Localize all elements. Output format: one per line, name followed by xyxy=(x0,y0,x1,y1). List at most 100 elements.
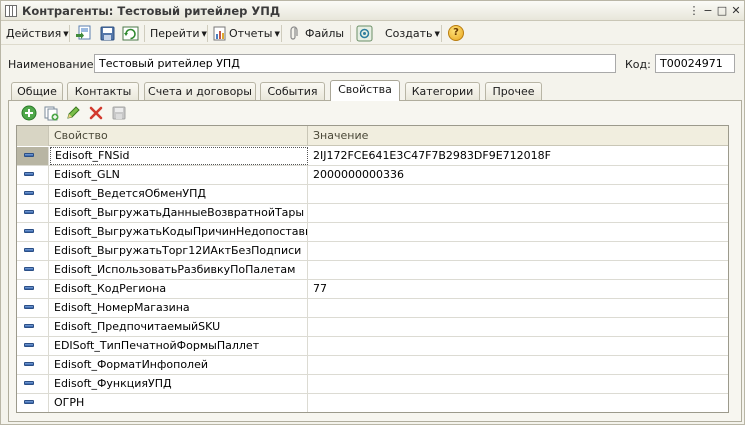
value-cell[interactable] xyxy=(309,204,728,222)
property-row-icon xyxy=(24,248,34,252)
table-row[interactable]: Edisoft_ВыгружатьДанныеВозвратнойТары xyxy=(17,204,728,223)
form-icon xyxy=(5,5,17,17)
property-cell[interactable]: Edisoft_ВыгружатьТорг12ИАктБезПодписи xyxy=(50,242,308,260)
structure-icon[interactable] xyxy=(356,25,373,42)
table-row[interactable]: Edisoft_ПредпочитаемыйSKU xyxy=(17,318,728,337)
row-marker xyxy=(17,318,49,336)
properties-table: Свойство Значение Edisoft_FNSid 2IJ172FC… xyxy=(16,125,729,413)
property-row-icon xyxy=(24,191,34,195)
tab-categories[interactable]: Категории xyxy=(405,82,480,100)
window-menu-icon[interactable]: ⋮ xyxy=(687,4,701,18)
value-cell[interactable] xyxy=(309,394,728,412)
goto-menu-button[interactable]: Перейти ▼ xyxy=(150,25,207,42)
create-label: Создать xyxy=(385,27,433,40)
main-toolbar: Действия ▼ Перейти ▼ Отчеты ▼ Файлы Созд… xyxy=(1,22,744,45)
value-cell[interactable] xyxy=(309,261,728,279)
property-cell[interactable]: Edisoft_ФорматИнфополей xyxy=(50,356,308,374)
property-cell[interactable]: Edisoft_ПредпочитаемыйSKU xyxy=(50,318,308,336)
value-cell[interactable] xyxy=(309,299,728,317)
column-header-value[interactable]: Значение xyxy=(309,126,728,146)
toolbar-separator xyxy=(281,25,282,42)
save-close-icon[interactable] xyxy=(75,25,92,42)
minimize-icon[interactable]: − xyxy=(701,4,715,18)
tab-general[interactable]: Общие xyxy=(11,82,63,100)
property-cell[interactable]: Edisoft_ВыгружатьДанныеВозвратнойТары xyxy=(50,204,308,222)
property-row-icon xyxy=(24,267,34,271)
table-row[interactable]: Edisoft_ВедетсяОбменУПД xyxy=(17,185,728,204)
table-row[interactable]: Edisoft_ФорматИнфополей xyxy=(17,356,728,375)
property-cell[interactable]: Edisoft_ИспользоватьРазбивкуПоПалетам xyxy=(50,261,308,279)
code-field[interactable]: Т00024971 xyxy=(655,54,735,73)
table-row[interactable]: Edisoft_ФункцияУПД xyxy=(17,375,728,394)
value-cell[interactable]: 2IJ172FCE641E3C47F7B2983DF9E712018F xyxy=(309,147,728,165)
add-icon[interactable] xyxy=(21,105,37,121)
table-row[interactable]: Edisoft_FNSid 2IJ172FCE641E3C47F7B2983DF… xyxy=(17,147,728,166)
name-field[interactable]: Тестовый ритейлер УПД xyxy=(94,54,616,73)
row-marker xyxy=(17,356,49,374)
property-row-icon xyxy=(24,305,34,309)
table-row[interactable]: Edisoft_GLN 2000000000336 xyxy=(17,166,728,185)
table-row[interactable]: ОГРН xyxy=(17,394,728,412)
property-row-icon xyxy=(24,362,34,366)
property-row-icon xyxy=(24,153,34,157)
edit-pencil-icon[interactable] xyxy=(65,105,81,121)
toolbar-separator xyxy=(144,25,145,42)
name-label: Наименование: xyxy=(8,58,98,71)
create-menu-button[interactable]: Создать ▼ xyxy=(385,25,440,42)
row-marker xyxy=(17,337,49,355)
reread-icon[interactable] xyxy=(122,25,139,42)
property-row-icon xyxy=(24,400,34,404)
property-cell[interactable]: EDISoft_ТипПечатнойФормыПаллет xyxy=(50,337,308,355)
row-marker xyxy=(17,166,49,184)
table-row[interactable]: Edisoft_ВыгружатьТорг12ИАктБезПодписи xyxy=(17,242,728,261)
tab-properties[interactable]: Свойства xyxy=(330,80,400,101)
property-cell[interactable]: ОГРН xyxy=(50,394,308,412)
value-cell[interactable]: 77 xyxy=(309,280,728,298)
value-cell[interactable] xyxy=(309,318,728,336)
property-cell[interactable]: Edisoft_ФункцияУПД xyxy=(50,375,308,393)
help-icon[interactable]: ? xyxy=(448,25,464,41)
property-cell[interactable]: Edisoft_GLN xyxy=(50,166,308,184)
maximize-icon[interactable]: □ xyxy=(715,4,729,18)
table-row[interactable]: EDISoft_ТипПечатнойФормыПаллет xyxy=(17,337,728,356)
files-button[interactable]: Файлы xyxy=(305,25,344,42)
value-cell[interactable] xyxy=(309,223,728,241)
tab-contacts[interactable]: Контакты xyxy=(67,82,139,100)
row-marker xyxy=(17,147,49,165)
save-icon[interactable] xyxy=(99,25,116,42)
table-row[interactable]: Edisoft_КодРегиона 77 xyxy=(17,280,728,299)
property-cell[interactable]: Edisoft_FNSid xyxy=(50,147,308,165)
close-icon[interactable]: ✕ xyxy=(729,4,743,18)
header-marker-column xyxy=(17,126,49,146)
value-cell[interactable] xyxy=(309,242,728,260)
table-row[interactable]: Edisoft_НомерМагазина xyxy=(17,299,728,318)
reports-menu-button[interactable]: Отчеты ▼ xyxy=(229,25,280,42)
row-marker xyxy=(17,394,49,412)
property-row-icon xyxy=(24,172,34,176)
window-title: Контрагенты: Тестовый ритейлер УПД xyxy=(22,4,281,18)
property-cell[interactable]: Edisoft_КодРегиона xyxy=(50,280,308,298)
tab-events[interactable]: События xyxy=(260,82,325,100)
value-cell[interactable] xyxy=(309,375,728,393)
table-row[interactable]: Edisoft_ВыгружатьКодыПричинНедопоставки xyxy=(17,223,728,242)
actions-menu-button[interactable]: Действия ▼ xyxy=(6,25,69,42)
reports-label: Отчеты xyxy=(229,27,273,40)
property-cell[interactable]: Edisoft_НомерМагазина xyxy=(50,299,308,317)
row-marker xyxy=(17,299,49,317)
property-cell[interactable]: Edisoft_ВедетсяОбменУПД xyxy=(50,185,308,203)
property-cell[interactable]: Edisoft_ВыгружатьКодыПричинНедопоставки xyxy=(50,223,308,241)
tab-accounts-contracts[interactable]: Счета и договоры xyxy=(144,82,256,100)
value-cell[interactable] xyxy=(309,356,728,374)
property-row-icon xyxy=(24,229,34,233)
tab-other[interactable]: Прочее xyxy=(485,82,542,100)
table-row[interactable]: Edisoft_ИспользоватьРазбивкуПоПалетам xyxy=(17,261,728,280)
copy-icon[interactable] xyxy=(43,105,59,121)
value-cell[interactable] xyxy=(309,185,728,203)
counterparty-window: Контрагенты: Тестовый ритейлер УПД ⋮ − □… xyxy=(0,0,745,425)
value-cell[interactable] xyxy=(309,337,728,355)
value-cell[interactable]: 2000000000336 xyxy=(309,166,728,184)
delete-icon[interactable] xyxy=(88,105,104,121)
column-header-property[interactable]: Свойство xyxy=(50,126,308,146)
row-marker xyxy=(17,375,49,393)
toolbar-separator xyxy=(441,25,442,42)
